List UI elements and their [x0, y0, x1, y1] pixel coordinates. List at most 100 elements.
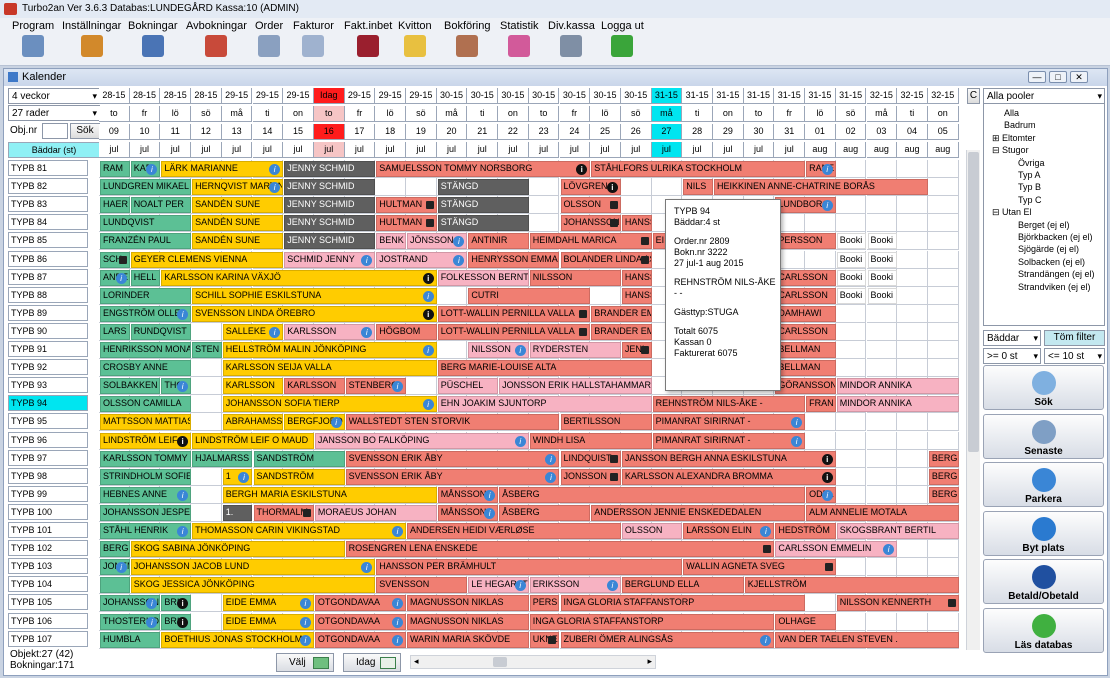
läs-databas-button[interactable]: Läs databas	[983, 607, 1104, 653]
booking-block[interactable]: JOHANSSON JACOB LUND i	[130, 559, 376, 576]
sök-button[interactable]: Sök	[983, 365, 1104, 410]
pool-select[interactable]: Alla pooler	[983, 88, 1105, 104]
booking-block[interactable]: BRANDER EMME	[591, 305, 652, 322]
grid-cell[interactable]	[835, 359, 867, 378]
week-cell[interactable]: 28-15	[129, 88, 161, 104]
grid-cell[interactable]	[866, 467, 898, 486]
grid-cell[interactable]	[897, 612, 928, 631]
row-label-typb-83[interactable]: TYPB 83	[8, 196, 88, 213]
grid-cell[interactable]	[191, 377, 222, 396]
grid-cell[interactable]	[805, 431, 836, 450]
row-label-typb-88[interactable]: TYPB 88	[8, 286, 88, 303]
grid-cell[interactable]	[866, 485, 898, 504]
booking-block[interactable]: SKOGSBRANT BERTIL	[836, 523, 959, 539]
horizontal-scroll-thumb[interactable]	[493, 657, 507, 667]
day-cell[interactable]: 10	[129, 124, 161, 140]
booking-block[interactable]: JENI	[621, 342, 652, 358]
weekday-cell[interactable]: ti	[252, 106, 284, 122]
booking-block[interactable]: JENNY SCHMID	[284, 215, 376, 232]
booking-block[interactable]: HELLSTRÖM MALIN JÖNKÖPING i	[222, 342, 437, 358]
booking-block[interactable]: JANSSON BO FALKÖPING i	[314, 432, 529, 449]
row-label-typb-82[interactable]: TYPB 82	[8, 178, 88, 195]
week-cell[interactable]: 30-15	[436, 88, 468, 104]
row-label-typb-87[interactable]: TYPB 87	[8, 268, 88, 285]
booking-block[interactable]: INGA GLORIA STAFFANSTORP	[560, 595, 806, 612]
tree-item[interactable]: Typ B	[1018, 182, 1041, 192]
info-icon[interactable]: i	[115, 272, 127, 284]
weekday-cell[interactable]: ti	[467, 106, 499, 122]
booking-block[interactable]: MAGNUSSON NIKLAS	[407, 613, 529, 630]
weekday-cell[interactable]: sö	[835, 106, 867, 122]
info-icon[interactable]: i	[299, 616, 311, 628]
booking-block[interactable]: HEDSTRÖM	[775, 523, 836, 539]
grid-cell[interactable]	[866, 413, 898, 432]
month-cell[interactable]: jul	[221, 142, 253, 158]
booking-block[interactable]: SANDÉN SUNE	[192, 215, 284, 232]
weekday-cell[interactable]: to	[313, 106, 345, 122]
booking-block[interactable]: SCHILL SOPHIE ESKILSTUNA i	[192, 287, 437, 304]
info-dark-icon[interactable]: i	[606, 182, 618, 194]
tree-item[interactable]: Strandängen (ej el)	[1018, 269, 1095, 279]
week-cell[interactable]: 28-15	[160, 88, 192, 104]
booking-block[interactable]: LORINDER	[100, 287, 192, 304]
objnr-input[interactable]	[42, 123, 68, 139]
day-cell[interactable]: 21	[467, 124, 499, 140]
tree-item[interactable]: Björkbacken (ej el)	[1018, 232, 1093, 242]
menu-div-kassa[interactable]: Div.kassa	[548, 20, 595, 65]
grid-cell[interactable]	[897, 540, 928, 559]
booking-block[interactable]: MATTSSON MATTIAS	[100, 414, 192, 431]
weekday-cell[interactable]: to	[528, 106, 560, 122]
grid-cell[interactable]	[406, 178, 437, 197]
booking-block[interactable]: HÖGBOM	[376, 323, 437, 340]
day-cell[interactable]: 22	[498, 124, 529, 140]
grid-cell[interactable]	[897, 160, 928, 179]
tree-item[interactable]: ⊟ Stugor	[992, 145, 1029, 156]
weekday-cell[interactable]: on	[713, 106, 744, 122]
booking-block[interactable]: Booki	[836, 269, 867, 286]
grid-cell[interactable]	[835, 160, 867, 179]
booking-block[interactable]: MAGNUSSON NIKLAS	[407, 595, 529, 612]
grid-cell[interactable]	[191, 594, 222, 613]
collapse-icon[interactable]: ⊟	[992, 145, 1002, 155]
info-icon[interactable]: i	[391, 526, 403, 537]
info-icon[interactable]: i	[391, 616, 403, 628]
week-cell[interactable]: 30-15	[559, 88, 591, 104]
row-label-typb-101[interactable]: TYPB 101	[8, 522, 88, 538]
booking-block[interactable]: DAMHAWI	[775, 305, 836, 322]
week-cell[interactable]: Idag	[313, 88, 345, 104]
grid-cell[interactable]	[866, 341, 898, 360]
booking-block[interactable]: WALLIN AGNETA SVEG	[683, 559, 836, 576]
menu-fakturor[interactable]: Fakturor	[293, 20, 334, 65]
day-cell[interactable]: 25	[590, 124, 621, 140]
grid-cell[interactable]	[897, 214, 928, 233]
booking-block[interactable]: LINDQUIST	[560, 450, 621, 467]
booking-block[interactable]: SKOG JESSICA JÖNKÖPING	[130, 577, 376, 594]
week-cell[interactable]: 31-15	[743, 88, 775, 104]
booking-block[interactable]: ÅSBERG	[499, 504, 591, 521]
grid-cell[interactable]	[927, 232, 959, 251]
day-cell[interactable]: 31	[774, 124, 806, 140]
grid-cell[interactable]	[897, 268, 928, 287]
row-label-typb-95[interactable]: TYPB 95	[8, 413, 88, 430]
week-cell[interactable]: 29-15	[252, 88, 284, 104]
month-cell[interactable]: jul	[283, 142, 314, 158]
day-cell[interactable]: 17	[344, 124, 376, 140]
info-icon[interactable]: i	[422, 345, 434, 356]
booking-block[interactable]: JONSSON	[560, 468, 621, 485]
booking-block[interactable]: JOHANSSON JESPER	[100, 504, 192, 521]
month-cell[interactable]: jul	[559, 142, 591, 158]
booking-block[interactable]: ABRAHAMSS	[222, 414, 284, 431]
booking-block[interactable]: LE HEGARAT i	[468, 577, 529, 594]
month-cell[interactable]: jul	[436, 142, 468, 158]
grid-cell[interactable]	[897, 232, 928, 251]
grid-cell[interactable]	[805, 413, 836, 432]
week-cell[interactable]: 28-15	[191, 88, 222, 104]
booking-block[interactable]: MINDOR ANNIKA	[836, 378, 959, 395]
info-icon[interactable]: i	[545, 453, 557, 465]
grid-cell[interactable]	[866, 304, 898, 323]
booking-block[interactable]: SAMUELSSON TOMMY NORSBORG i	[376, 161, 591, 177]
booking-block[interactable]: RYDERSTEN	[529, 342, 621, 358]
booking-block[interactable]: EIDE EMMA i	[222, 595, 314, 612]
booking-block[interactable]: JOHANSSON	[560, 215, 621, 232]
booking-block[interactable]: KARLSSON	[284, 378, 345, 395]
